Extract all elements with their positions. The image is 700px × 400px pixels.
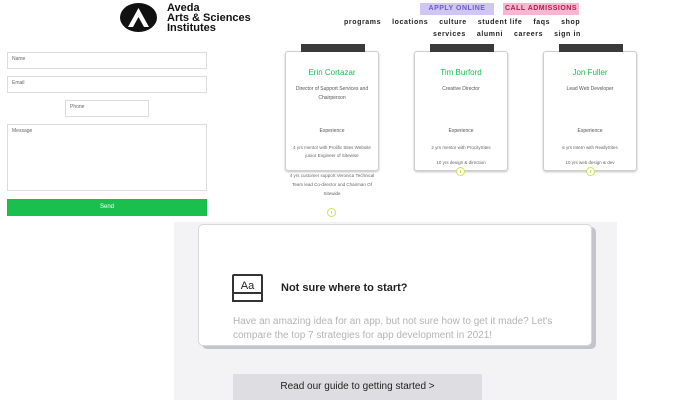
nav-row-primary: programs locations culture student life … (344, 19, 591, 26)
experience-heading: Experience (319, 128, 345, 134)
nav-item-careers[interactable]: careers (514, 31, 543, 38)
email-placeholder: Email (12, 80, 25, 86)
send-button[interactable]: Send (7, 199, 207, 216)
phone-placeholder: Phone (70, 104, 85, 110)
guide-title: Not sure where to start? (281, 282, 408, 294)
experience-line-overflow: 4 yrs customer support Veronica Technica… (289, 173, 375, 196)
logo-wordmark[interactable]: Aveda Arts & Sciences Institutes (167, 3, 251, 34)
team-member-role: Director of Support Services and Chairpe… (295, 86, 369, 101)
team-photo (559, 44, 623, 52)
nav-item-culture[interactable]: culture (439, 19, 467, 26)
message-textarea[interactable]: Message (7, 124, 207, 191)
nav-item-shop[interactable]: shop (561, 19, 580, 26)
team-member-role: Creative Director (442, 86, 480, 92)
book-icon: Aa (232, 274, 263, 302)
experience-heading: Experience (448, 128, 474, 134)
experience-line: 4 yrs mentor with Prolific Sites Website… (293, 145, 371, 158)
team-member-name: Tim Burford (440, 68, 482, 77)
nav-item-sign-in[interactable]: sign in (554, 31, 581, 38)
experience-line: 6 yrs Intern with ReallySites (562, 145, 618, 150)
read-guide-button[interactable]: Read our guide to getting started > (233, 374, 482, 400)
team-member-role: Lead Web Developer (566, 86, 614, 92)
team-card-tim: Tim Burford Creative Director Experience… (414, 44, 508, 171)
info-toggle-icon[interactable] (586, 167, 595, 176)
team-card-erin: Erin Cortazar Director of Support Servic… (285, 44, 379, 171)
team-card-jon: Jon Fuller Lead Web Developer Experience… (543, 44, 637, 171)
experience-line: 10 yrs web design & dev (565, 160, 615, 165)
logo-line-3: Institutes (167, 22, 216, 34)
email-field[interactable]: Email (7, 76, 207, 93)
apply-online-button[interactable]: APPLY ONLINE (420, 3, 494, 15)
experience-heading: Experience (577, 128, 603, 134)
name-field[interactable]: Name (7, 52, 207, 69)
team-member-name: Jon Fuller (572, 68, 608, 77)
nav-item-alumni[interactable]: alumni (477, 31, 503, 38)
nav-item-faqs[interactable]: faqs (533, 19, 550, 26)
call-admissions-button[interactable]: CALL ADMISSIONS (503, 3, 579, 15)
info-toggle-icon[interactable] (327, 208, 336, 217)
book-icon-text: Aa (240, 280, 255, 292)
nav-item-locations[interactable]: locations (392, 19, 428, 26)
nav-item-services[interactable]: services (433, 31, 466, 38)
team-photo (430, 44, 494, 52)
team-member-name: Erin Cortazar (308, 68, 356, 77)
phone-field[interactable]: Phone (65, 100, 149, 117)
info-toggle-icon[interactable] (456, 167, 465, 176)
team-photo (301, 44, 365, 52)
nav-item-programs[interactable]: programs (344, 19, 381, 26)
name-placeholder: Name (12, 56, 26, 62)
aveda-logo-icon[interactable] (120, 3, 157, 32)
guide-description: Have an amazing idea for an app, but not… (233, 316, 553, 341)
nav-item-student-life[interactable]: student life (478, 19, 523, 26)
experience-line: 2 yrs mentor with ProcitySites (431, 145, 491, 150)
nav-row-secondary: services alumni careers sign in (433, 31, 592, 38)
message-placeholder: Message (12, 128, 33, 134)
experience-line: 10 yrs design & direction (436, 160, 486, 165)
